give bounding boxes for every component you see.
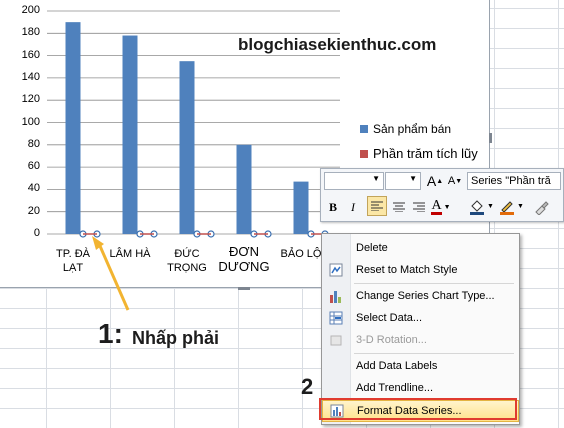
x-tick-label: TP. ĐÀ LẠT [43, 247, 103, 275]
mini-toolbar: ▼ ▼ A ▲ A ▼ Series "Phần tră B I A ▼ ▼ ▼ [320, 168, 564, 222]
shape-outline-button[interactable] [497, 197, 517, 217]
chevron-down-icon: ▼ [409, 174, 417, 183]
chart-resize-handle-right[interactable] [489, 133, 492, 143]
font-name-field[interactable]: ▼ [324, 172, 384, 190]
shape-fill-button[interactable] [467, 197, 487, 217]
legend-swatch-series-1 [360, 125, 368, 133]
menu-item-change-series-chart-type[interactable]: Change Series Chart Type... [322, 285, 519, 307]
bar-3[interactable] [179, 61, 195, 234]
legend-swatch-series-2 [360, 149, 368, 158]
italic-button[interactable]: I [343, 197, 363, 217]
y-tick-label: 60 [27, 160, 40, 173]
legend-label-series-1: Sản phẩm bán [373, 122, 452, 136]
align-right-icon [413, 202, 425, 212]
x-tick-label-line: ĐỨC [174, 248, 200, 260]
menu-item-add-trendline[interactable]: Add Trendline... [322, 377, 519, 399]
align-left-button[interactable] [367, 196, 387, 216]
menu-item-select-data[interactable]: Select Data... [322, 307, 519, 329]
align-center-icon [393, 202, 405, 212]
align-center-button[interactable] [389, 197, 409, 217]
x-tick-label-line: TRỌNG [167, 262, 207, 274]
menu-item-label: Change Series Chart Type... [356, 290, 495, 302]
shape-fill-icon [470, 200, 484, 215]
menu-item-reset-to-match-style[interactable]: Reset to Match Style [322, 259, 519, 281]
menu-separator [354, 283, 514, 284]
bar-4[interactable] [236, 144, 252, 234]
y-tick-label: 160 [21, 48, 40, 61]
context-menu: Delete Reset to Match Style Change Serie… [321, 233, 520, 425]
font-color-button[interactable]: A ▼ [431, 197, 451, 217]
x-tick-label-line: DƯƠNG [218, 259, 270, 274]
grow-font-button[interactable]: A ▲ [425, 171, 445, 191]
select-data-icon [329, 311, 343, 325]
watermark-text: blogchiasekienthuc.com [238, 35, 437, 54]
y-tick-label: 140 [21, 70, 40, 83]
menu-item-label: Add Trendline... [356, 382, 434, 394]
font-size-field[interactable]: ▼ [385, 172, 421, 190]
chevron-down-icon: ▼ [443, 203, 451, 211]
chart-type-icon [330, 291, 341, 303]
bold-button[interactable]: B [323, 197, 343, 217]
format-painter-button[interactable] [531, 197, 551, 217]
chart-resize-handle-bottom[interactable] [238, 287, 250, 290]
y-tick-label: 20 [27, 204, 40, 217]
shrink-font-button[interactable]: A ▼ [445, 171, 465, 191]
x-tick-label: ĐỨC TRỌNG [157, 247, 217, 275]
menu-item-label: 3-D Rotation... [356, 334, 427, 346]
step-1-number-text: 1 [98, 318, 114, 349]
menu-item-label: Add Data Labels [356, 360, 438, 372]
menu-item-add-data-labels[interactable]: Add Data Labels [322, 355, 519, 377]
menu-item-delete[interactable]: Delete [322, 237, 519, 259]
font-color-icon: A [431, 197, 442, 215]
x-tick-label-line: TP. ĐÀ [55, 248, 91, 260]
reset-style-icon [329, 263, 343, 277]
chevron-down-icon: ▼ [487, 203, 494, 210]
y-tick-label: 200 [21, 4, 40, 16]
legend-item-series-1[interactable]: Sản phẩm bán [360, 122, 451, 136]
step-2-number: 2 [301, 374, 314, 399]
bar-2[interactable] [122, 35, 138, 234]
y-tick-label: 120 [21, 93, 40, 106]
chevron-down-icon: ▼ [517, 203, 524, 210]
series-select[interactable]: Series "Phần tră [467, 172, 561, 190]
menu-item-label: Reset to Match Style [356, 264, 458, 276]
legend-label-series-2: Phần trăm tích lũy [373, 146, 478, 161]
menu-item-label: Delete [356, 242, 388, 254]
grow-font-icon: A [426, 173, 437, 189]
step-1-label: Nhấp phải [132, 328, 220, 348]
menu-item-3d-rotation[interactable]: 3-D Rotation... [322, 329, 519, 351]
x-tick-label: LÂM HÀ [100, 247, 160, 261]
y-tick-label: 0 [33, 227, 40, 239]
y-tick-label: 80 [27, 137, 40, 150]
menu-item-label: Select Data... [356, 312, 423, 324]
italic-icon: I [351, 199, 355, 214]
x-tick-label-line: LÂM HÀ [109, 248, 151, 260]
bold-icon: B [328, 199, 337, 214]
x-tick-label: ĐƠN DƯƠNG [214, 244, 274, 274]
highlight-box [319, 398, 517, 420]
align-right-button[interactable] [409, 197, 429, 217]
x-tick-label-line: ĐƠN [229, 244, 259, 259]
shrink-font-icon: A [447, 175, 456, 187]
y-tick-label: 40 [27, 182, 40, 195]
y-tick-label: 100 [21, 115, 40, 128]
chevron-down-icon: ▼ [372, 174, 380, 183]
format-painter-icon [535, 201, 549, 215]
x-tick-label-line: LẠT [62, 262, 84, 274]
shape-outline-icon [500, 201, 514, 215]
align-left-icon [371, 201, 383, 211]
menu-separator [354, 353, 514, 354]
step-1-colon: : [113, 318, 123, 349]
step-1-number: 1: [98, 318, 123, 350]
rotation-icon [330, 335, 342, 346]
bar-5[interactable] [293, 181, 309, 234]
legend-item-series-2[interactable]: Phần trăm tích lũy [360, 146, 478, 161]
y-tick-label: 180 [21, 26, 40, 39]
series-select-value: Series "Phần tră [471, 175, 551, 187]
bar-1[interactable] [65, 22, 81, 235]
